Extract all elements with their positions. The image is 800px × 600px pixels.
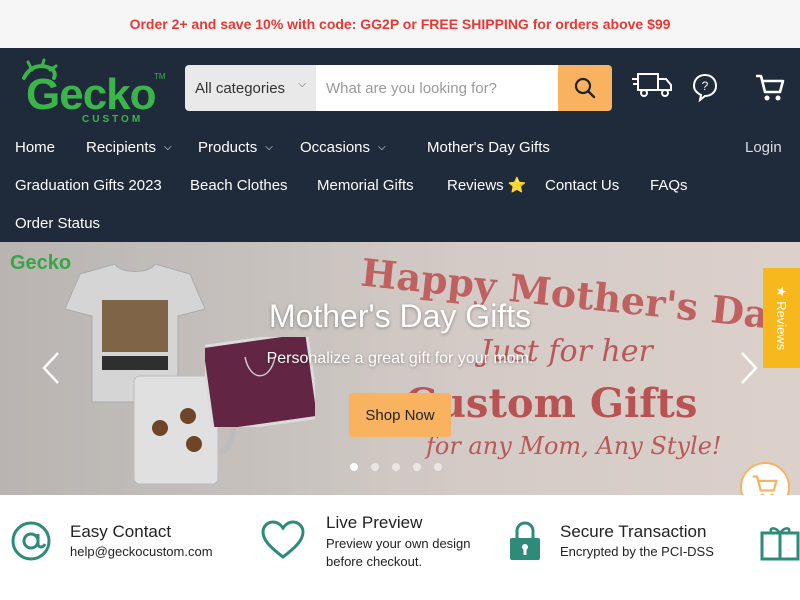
chevron-down-icon: ⌵ [164, 141, 172, 153]
hero-title: Mother's Day Gifts [268, 298, 532, 334]
chevron-right-icon [741, 352, 758, 384]
nav-products[interactable]: Products ⌵ [198, 128, 273, 166]
main-nav-row-1: Home Recipients ⌵ Products ⌵ Occasions ⌵… [0, 128, 800, 166]
site-header: Gecko TM CUSTOM All categories ⌵ What ar… [0, 48, 800, 242]
nav-occasions[interactable]: Occasions ⌵ [300, 128, 386, 166]
logo[interactable]: Gecko TM CUSTOM [16, 56, 166, 125]
feature-secure-icon-wrap [508, 520, 542, 567]
nav-beach-clothes-label: Beach Clothes [190, 176, 288, 194]
hero-slider: Gecko Happy Mother's Day Just for her Cu… [0, 242, 800, 495]
feature-gift-icon-wrap [760, 521, 800, 566]
slider-next-button[interactable] [738, 350, 760, 395]
nav-reviews-label: Reviews ⭐ [447, 177, 527, 194]
chevron-down-icon: ⌵ [265, 141, 273, 153]
feature-desc: Encrypted by the PCI-DSS [560, 544, 714, 559]
nav-occasions-label: Occasions [300, 138, 371, 156]
category-select[interactable]: All categories ⌵ [185, 65, 316, 111]
shop-now-button[interactable]: Shop Now [349, 393, 451, 437]
slider-dot[interactable] [350, 463, 358, 471]
nav-order-status-label: Order Status [15, 214, 101, 232]
chevron-down-icon: ⌵ [378, 141, 386, 153]
nav-memorial[interactable]: Memorial Gifts [317, 166, 414, 204]
login-label: Login [745, 138, 782, 156]
gift-icon [760, 527, 800, 561]
heart-icon [261, 520, 305, 559]
feature-title: Easy Contact [70, 522, 172, 541]
search-bar: All categories ⌵ [185, 65, 612, 111]
chevron-down-icon: ⌵ [298, 79, 306, 90]
slider-dots [350, 463, 442, 471]
slider-dot[interactable] [434, 463, 442, 471]
shipping-button[interactable] [632, 70, 674, 105]
logo-wordmark: Gecko [26, 70, 157, 119]
slider-dot[interactable] [371, 463, 379, 471]
nav-recipients-label: Recipients [86, 138, 157, 156]
svg-text:?: ? [702, 79, 709, 93]
logo-tm: TM [154, 72, 166, 81]
cart-icon [756, 74, 785, 101]
hero-subtitle: Personalize a great gift for your mom. [266, 350, 534, 367]
search-button[interactable] [558, 65, 612, 111]
feature-title: Secure Transaction [560, 522, 707, 541]
shipping-truck-icon [632, 73, 672, 97]
nav-home[interactable]: Home [15, 128, 55, 166]
nav-faqs[interactable]: FAQs [650, 166, 688, 204]
feature-desc: help@geckocustom.com [70, 544, 213, 559]
nav-graduation[interactable]: Graduation Gifts 2023 [15, 166, 162, 204]
search-input[interactable] [316, 65, 558, 111]
nav-home-label: Home [15, 138, 56, 156]
shop-now-label: Shop Now [365, 406, 435, 424]
feature-live-preview-icon-wrap [260, 519, 306, 566]
slider-prev-button[interactable] [40, 350, 62, 395]
nav-beach-clothes[interactable]: Beach Clothes [190, 166, 288, 204]
feature-desc: before checkout. [326, 554, 423, 569]
nav-mothers-day-label: Mother's Day Gifts [427, 138, 550, 156]
nav-graduation-label: Graduation Gifts 2023 [15, 176, 162, 194]
nav-memorial-label: Memorial Gifts [317, 176, 414, 194]
cart-button[interactable] [754, 72, 786, 109]
slider-dot[interactable] [392, 463, 400, 471]
features-strip: Easy Contact help@geckocustom.com Live P… [0, 495, 800, 600]
help-button[interactable]: ? [690, 72, 720, 107]
nav-contact-label: Contact Us [545, 176, 620, 194]
nav-contact[interactable]: Contact Us [545, 166, 619, 204]
chevron-left-icon [42, 352, 59, 384]
category-select-label: All categories [195, 79, 286, 97]
main-nav-row-2: Graduation Gifts 2023 Beach Clothes Memo… [0, 166, 800, 204]
nav-reviews[interactable]: Reviews ⭐ [447, 166, 527, 204]
nav-order-status[interactable]: Order Status [15, 204, 100, 242]
feature-desc: Preview your own design [326, 536, 471, 551]
feature-title: Live Preview [326, 513, 423, 532]
nav-mothers-day[interactable]: Mother's Day Gifts [427, 128, 550, 166]
reviews-side-tab-label: ★ Reviews [774, 285, 790, 351]
nav-products-label: Products [198, 138, 258, 156]
nav-recipients[interactable]: Recipients ⌵ [86, 128, 172, 166]
reviews-side-tab[interactable]: ★ Reviews [763, 268, 800, 368]
nav-faqs-label: FAQs [650, 176, 688, 194]
hero-overlay [0, 242, 800, 495]
lock-icon [510, 521, 540, 560]
slider-dot[interactable] [413, 463, 421, 471]
at-sign-icon [11, 521, 51, 561]
logo-subtitle: CUSTOM [82, 114, 144, 125]
main-nav-row-3: Order Status [0, 204, 800, 242]
announcement-text: Order 2+ and save 10% with code: GG2P or… [129, 16, 671, 32]
feature-easy-contact-icon-wrap [10, 520, 52, 567]
search-icon [574, 77, 596, 99]
help-chat-icon: ? [692, 73, 718, 103]
announcement-bar: Order 2+ and save 10% with code: GG2P or… [0, 0, 800, 48]
login-link[interactable]: Login [745, 128, 782, 166]
